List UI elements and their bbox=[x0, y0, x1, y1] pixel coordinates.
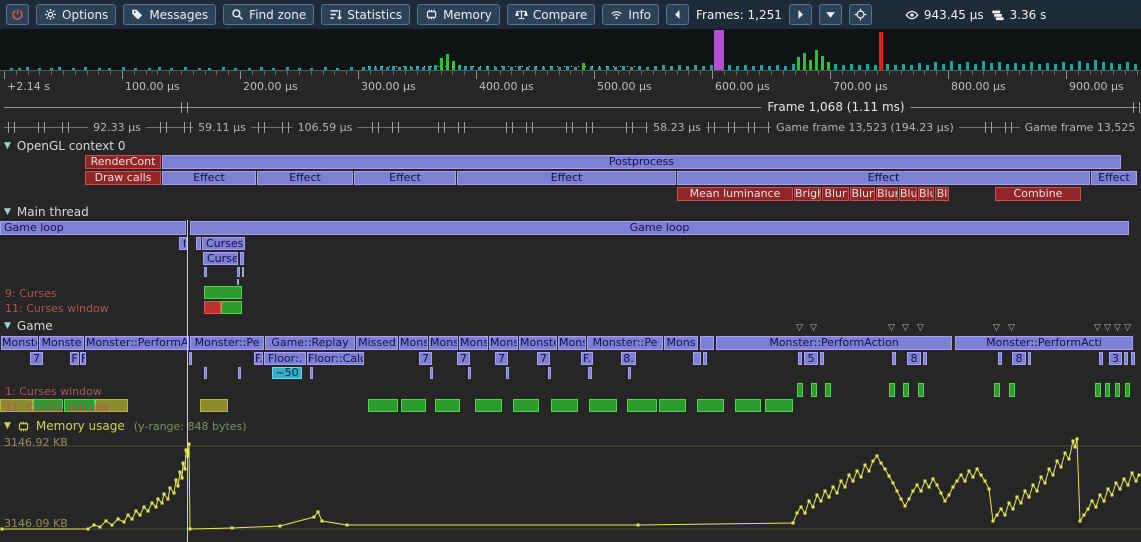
timeline: ▼ OpenGL context 0 ▼ Main thread ▼ Game … bbox=[0, 0, 1141, 542]
profiler-window: Options Messages Find zone Statistics Me… bbox=[0, 0, 1141, 542]
message-marker-icon[interactable]: ▽ bbox=[902, 324, 909, 333]
plot-name-label: 11: Curses window bbox=[5, 401, 109, 414]
message-marker-icon[interactable]: ▽ bbox=[810, 324, 817, 333]
message-marker-icon[interactable]: ▽ bbox=[1124, 324, 1131, 333]
message-marker-icon[interactable]: ▽ bbox=[1104, 324, 1111, 333]
plot-label-layer: 9: Curses 11: Curses window 1: Curses wind… bbox=[0, 0, 1141, 542]
message-marker-icon[interactable]: ▽ bbox=[1094, 324, 1101, 333]
message-marker-icon[interactable]: ▽ bbox=[917, 324, 924, 333]
message-marker-icon[interactable]: ▽ bbox=[796, 324, 803, 333]
message-marker-icon[interactable]: ▽ bbox=[993, 324, 1000, 333]
plot-name-label: 1: Curses window bbox=[5, 385, 102, 398]
plot-name-label: 9: Curses bbox=[5, 287, 57, 300]
message-marker-icon[interactable]: ▽ bbox=[1008, 324, 1015, 333]
memory-min-label: 3146.09 KB bbox=[4, 517, 68, 530]
memory-max-label: 3146.92 KB bbox=[4, 436, 68, 449]
message-marker-icon[interactable]: ▽ bbox=[888, 324, 895, 333]
message-marker-icon[interactable]: ▽ bbox=[1114, 324, 1121, 333]
plot-name-label: 11: Curses window bbox=[5, 302, 109, 315]
time-cursor-line bbox=[187, 220, 188, 542]
